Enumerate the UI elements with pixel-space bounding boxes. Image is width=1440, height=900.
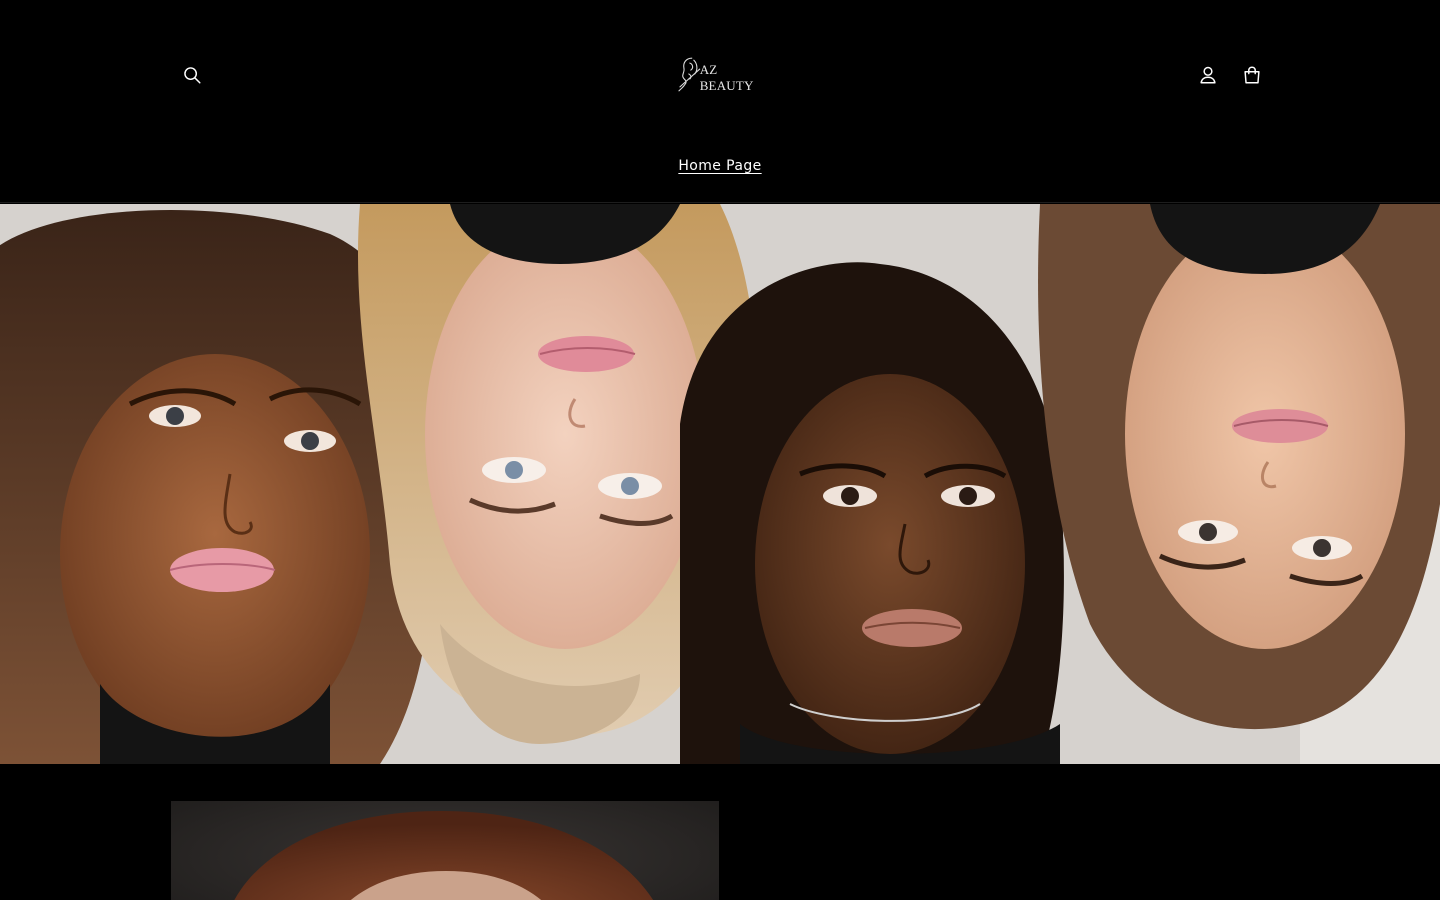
logo-text: AZ BEAUTY [699, 62, 754, 93]
search-icon [184, 67, 201, 84]
search-button[interactable] [170, 53, 214, 97]
cart-icon [1244, 66, 1260, 84]
hero-banner [0, 204, 1440, 764]
account-button[interactable] [1186, 53, 1230, 97]
page: AZ BEAUTY Home Page [0, 0, 1440, 900]
site-header: AZ BEAUTY Home Page [0, 0, 1440, 203]
main-nav: Home Page [0, 150, 1440, 182]
cart-button[interactable] [1230, 53, 1274, 97]
account-icon [1200, 66, 1216, 84]
featured-image [171, 801, 719, 900]
featured-portrait [171, 801, 719, 900]
header-row: AZ BEAUTY [0, 0, 1440, 150]
hero-image [0, 204, 1440, 764]
site-logo[interactable]: AZ BEAUTY [674, 52, 774, 96]
nav-item-home-page[interactable]: Home Page [678, 158, 761, 174]
featured-section [0, 764, 1440, 900]
